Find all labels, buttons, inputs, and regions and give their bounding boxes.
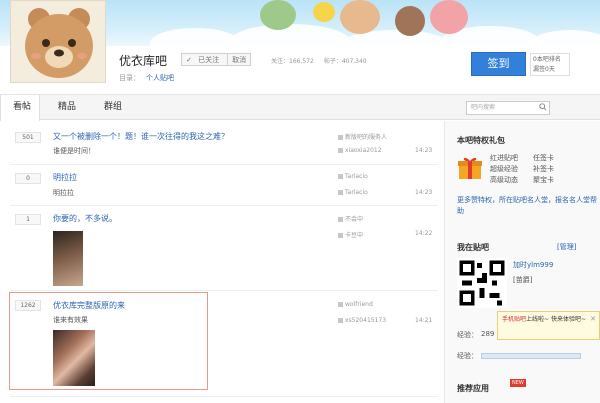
exp-label: 经验： (457, 352, 478, 360)
thread-title[interactable]: 明拉拉 (53, 172, 77, 183)
author-icon (338, 135, 343, 140)
category-link[interactable]: 个人贴吧 (146, 73, 174, 83)
privilege-title: 本吧特权礼包 (457, 136, 505, 145)
sign-missed: 漏签0天 (533, 66, 555, 73)
author-icon (338, 174, 343, 179)
followed-label: 已关注 (198, 56, 220, 64)
sidebar: 本吧特权礼包 红进贴吧 任签卡 超级经验 补签卡 高级动态 聚宝卡 更多赞特权，… (444, 121, 600, 403)
reply-icon (338, 318, 343, 323)
banner-toy-icon (395, 6, 425, 36)
follow-count: 关注：166,572 (271, 58, 314, 65)
category-row: 目录： 个人贴吧 (119, 73, 174, 83)
author-icon (338, 217, 343, 222)
thread-abstract: 谁来有效果 (53, 316, 88, 324)
privilege-desc[interactable]: 更多赞特权，所在贴吧名人堂，报名名人堂帮助 (457, 195, 597, 217)
thread-last-reply[interactable]: 卡豆中 (345, 232, 363, 239)
divider (10, 290, 438, 291)
thread-time: 14:23 (415, 147, 433, 154)
username[interactable]: 加时ylm999 (513, 260, 553, 270)
forum-stats: 关注：166,572 帖子：407,340 (271, 56, 367, 65)
app-title: 推荐应用 (457, 384, 489, 393)
reply-count: 0 (15, 173, 41, 184)
thread-abstract: 谁便是时间！ (53, 147, 95, 155)
banner-bear-icon (340, 0, 380, 34)
privilege-item[interactable]: 高级动态 (490, 175, 518, 185)
search-icon[interactable] (539, 103, 547, 111)
tab-posts[interactable]: 看帖 (0, 95, 40, 121)
privilege-item[interactable]: 红进贴吧 (490, 153, 518, 163)
my-forum-title: 我在贴吧 (457, 243, 489, 252)
sign-rank: 0本吧排名 (533, 56, 561, 63)
divider (10, 164, 438, 165)
thread-author[interactable]: 新版吧的服务人 (345, 134, 387, 141)
thread-title[interactable]: 优衣库完整版原的来 (53, 300, 125, 311)
thread-author[interactable]: wolfriend (345, 301, 373, 308)
mobile-tip-tooltip: 手机贴吧上线啦~ 快来体验吧~ ✕ (497, 311, 600, 340)
reply-icon (338, 233, 343, 238)
reply-icon (338, 148, 343, 153)
privilege-item[interactable]: 聚宝卡 (533, 175, 554, 185)
thread-author[interactable]: Tarlacio (345, 173, 368, 180)
duck-icon (313, 2, 335, 22)
thread-thumbnail[interactable] (53, 231, 83, 286)
follow-controls: ✓ 已关注 取消 (181, 53, 252, 66)
reply-count: 1262 (15, 300, 41, 311)
banner-character-icon (260, 0, 296, 30)
reply-count: 501 (15, 132, 41, 143)
level-label: 经验： (457, 331, 478, 339)
thread-title[interactable]: 又一个被删除一个！题！谁一次往得的我这之难？ (53, 131, 229, 142)
forum-avatar (10, 0, 106, 83)
thread-abstract: 明拉拉 (53, 189, 74, 197)
thread-title[interactable]: 你要的，不多说。 (53, 213, 117, 224)
forum-title: 优衣库吧 (119, 54, 168, 68)
bear-icon (11, 1, 105, 82)
new-badge: NEW (510, 379, 526, 387)
thread-time: 14:23 (415, 189, 433, 196)
manage-link[interactable]: [管理] (557, 242, 576, 252)
qr-code-icon (457, 258, 507, 308)
level-value: 289 (481, 330, 495, 338)
privilege-item[interactable]: 任签卡 (533, 153, 554, 163)
reply-count: 1 (15, 214, 41, 225)
forum-nav: 看帖 精品 群组 吧内搜索 (0, 94, 600, 121)
forum-header: 优衣库吧 ✓ 已关注 取消 关注：166,572 帖子：407,340 目录： … (0, 0, 600, 93)
post-count: 帖子：407,340 (323, 58, 367, 65)
tab-groups[interactable]: 群组 (104, 95, 134, 120)
banner-girl-icon (430, 0, 468, 34)
unfollow-button[interactable]: 取消 (227, 54, 250, 65)
tooltip-text: 上线啦~ 快来体验吧~ (526, 316, 586, 323)
tab-featured[interactable]: 精品 (58, 95, 88, 120)
divider (10, 205, 438, 206)
tooltip-highlight: 手机贴吧 (502, 316, 527, 323)
divider (10, 396, 438, 397)
close-icon[interactable]: ✕ (590, 314, 596, 324)
thread-last-reply[interactable]: xiaoxia2012 (345, 147, 382, 154)
sign-in-button[interactable]: 签到 (471, 52, 526, 76)
reply-icon (338, 190, 343, 195)
gift-icon (458, 157, 482, 179)
user-title: [苗爵] (513, 276, 533, 284)
thread-thumbnail[interactable] (53, 330, 95, 386)
privilege-item[interactable]: 超级经验 (490, 164, 518, 174)
sign-info: 0本吧排名 漏签0天 (530, 53, 570, 76)
privilege-item[interactable]: 补签卡 (533, 164, 554, 174)
forum-search-input[interactable]: 吧内搜索 (466, 101, 550, 115)
qr-code (457, 258, 507, 308)
followed-button[interactable]: ✓ 已关注 (182, 54, 227, 65)
thread-last-reply[interactable]: Tarlacio (345, 189, 368, 196)
thread-time: 14:21 (415, 317, 433, 324)
category-label: 目录： (119, 74, 140, 82)
exp-bar (481, 353, 581, 359)
author-icon (338, 302, 343, 307)
thread-last-reply[interactable]: xs520415173 (345, 317, 386, 324)
thread-time: 14:22 (415, 230, 433, 237)
thread-author[interactable]: 不会中 (345, 216, 363, 223)
